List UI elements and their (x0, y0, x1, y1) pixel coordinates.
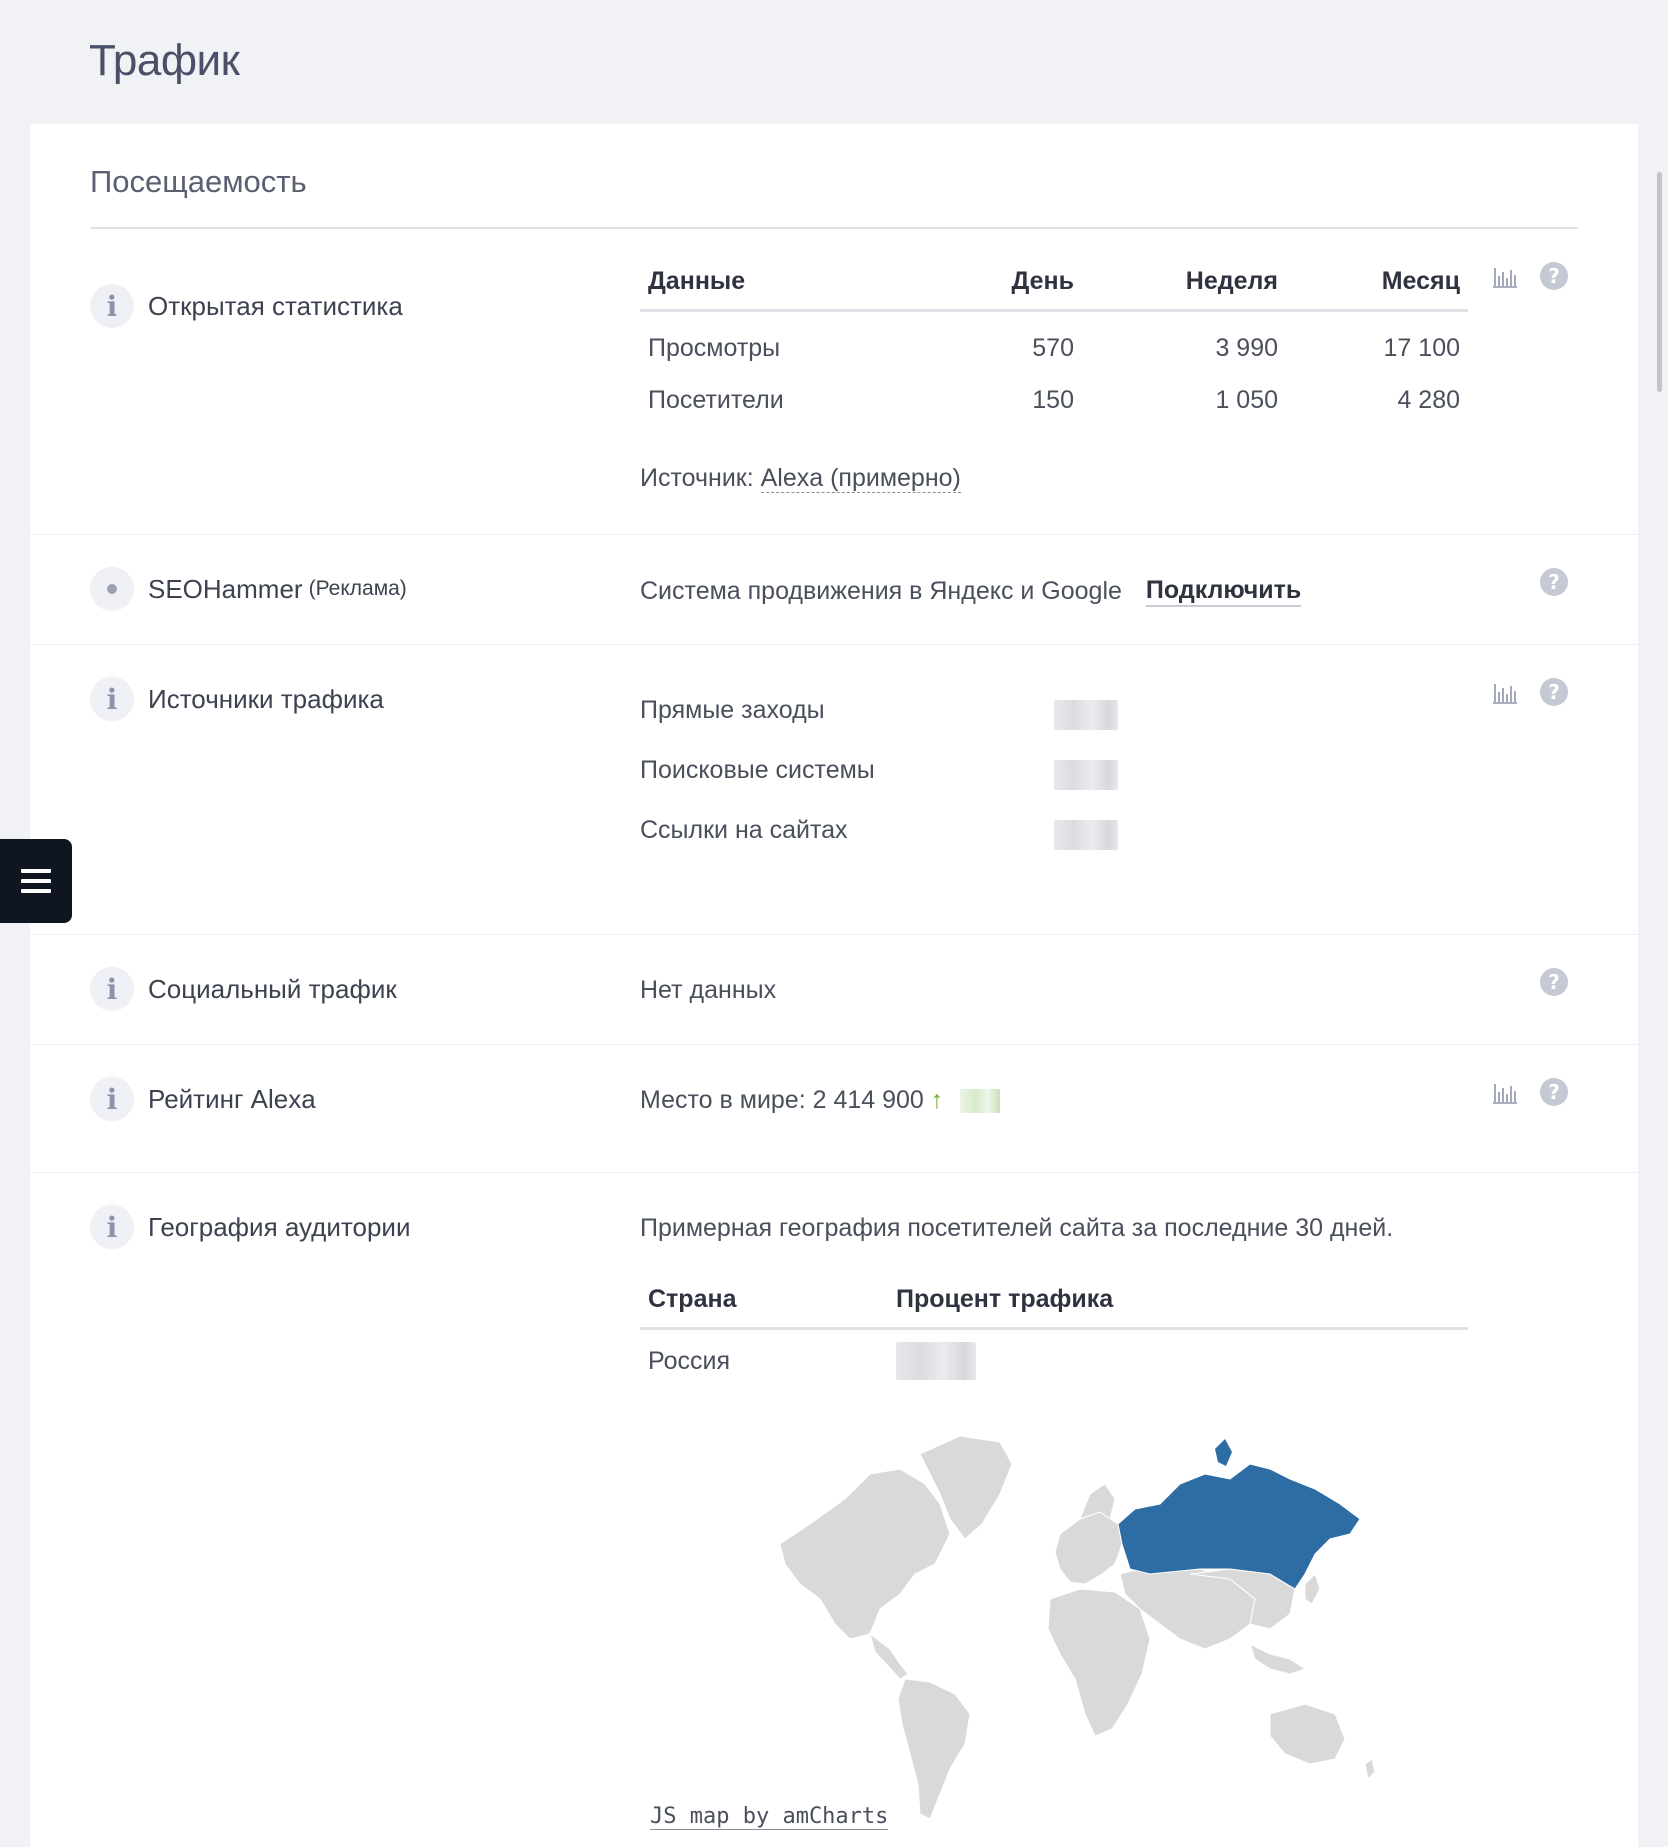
row-week: 3 990 (1215, 333, 1278, 362)
bar-chart-icon[interactable] (1492, 264, 1518, 288)
col-week: Неделя (1185, 267, 1278, 295)
menu-toggle-button[interactable] (0, 839, 72, 923)
map-europe (1054, 1511, 1123, 1585)
row-week: 1 050 (1215, 385, 1278, 414)
row-day: 570 (1032, 333, 1074, 362)
scrollbar[interactable] (1657, 172, 1662, 392)
open-stats-label: Открытая статистика (148, 290, 403, 321)
connect-link[interactable]: Подключить (1145, 576, 1302, 607)
map-southeast-asia (1249, 1643, 1307, 1675)
row-divider (30, 534, 1638, 535)
source-link[interactable]: Alexa (примерно) (760, 464, 961, 493)
social-label: Социальный трафик (148, 973, 397, 1004)
row-country: Россия (648, 1346, 730, 1375)
row-month: 4 280 (1397, 385, 1460, 414)
row-divider (30, 1044, 1638, 1045)
info-icon[interactable]: i (90, 1205, 134, 1249)
traffic-sources-label: Источники трафика (148, 683, 384, 714)
col-data: Данные (648, 267, 746, 295)
map-australia (1269, 1703, 1346, 1765)
source-line: Источник: Alexa (примерно) (640, 464, 961, 493)
map-africa (1047, 1588, 1151, 1737)
geo-label: География аудитории (148, 1211, 411, 1242)
hamburger-icon-line (21, 889, 51, 893)
geo-label-row: i География аудитории (90, 1205, 410, 1249)
bar-chart-icon[interactable] (1492, 680, 1518, 704)
blurred-value (896, 1342, 976, 1380)
source-item: Прямые заходы (640, 696, 825, 724)
row-divider (30, 644, 1638, 645)
open-stats-table: Данные День Неделя Месяц Просмотры 570 3… (640, 254, 1468, 426)
seohammer-label: SEOHammer (148, 573, 303, 604)
map-japan (1304, 1573, 1321, 1605)
row-day: 150 (1032, 385, 1074, 414)
social-label-row: i Социальный трафик (90, 967, 397, 1011)
map-central-america (869, 1632, 909, 1680)
help-icon[interactable]: ? (1540, 262, 1568, 290)
info-icon[interactable]: i (90, 1077, 134, 1121)
help-icon[interactable]: ? (1540, 1078, 1568, 1106)
table-header: Данные День Неделя Месяц (640, 254, 1468, 312)
row-month: 17 100 (1383, 333, 1460, 362)
section-title: Посещаемость (90, 164, 307, 199)
source-item: Ссылки на сайтах (640, 816, 848, 844)
help-icon[interactable]: ? (1540, 678, 1568, 706)
info-icon[interactable]: i (90, 284, 134, 328)
row-name: Просмотры (648, 333, 781, 362)
open-stats-label-row: i Открытая статистика (90, 284, 403, 328)
bullet-icon (90, 567, 134, 611)
source-item: Поисковые системы (640, 756, 875, 784)
row-name: Посетители (648, 385, 784, 414)
map-north-america (779, 1468, 951, 1640)
row-divider (30, 934, 1638, 935)
table-row: Посетители 150 1 050 4 280 (640, 374, 1468, 426)
col-country: Страна (648, 1285, 737, 1313)
table-row: Россия (640, 1330, 1468, 1392)
map-south-america (897, 1678, 971, 1820)
alexa-rank: Место в мире: 2 414 900 ↑ (640, 1086, 1001, 1115)
blurred-value (1054, 700, 1118, 730)
seohammer-description: Система продвижения в Яндекс и Google (640, 577, 1122, 605)
arrow-up-icon: ↑ (930, 1086, 944, 1114)
geo-table: Страна Процент трафика Россия (640, 1272, 1468, 1392)
alexa-label-row: i Рейтинг Alexa (90, 1077, 316, 1121)
source-prefix: Источник: (640, 464, 754, 492)
social-value: Нет данных (640, 976, 777, 1004)
bar-chart-icon[interactable] (1492, 1080, 1518, 1104)
page-title: Трафик (89, 36, 240, 85)
col-day: День (1011, 267, 1075, 295)
col-month: Месяц (1381, 267, 1460, 295)
hamburger-icon-line (21, 879, 51, 883)
help-icon[interactable]: ? (1540, 968, 1568, 996)
seohammer-description-row: Система продвижения в Яндекс и Google По… (640, 576, 1302, 607)
info-icon[interactable]: i (90, 677, 134, 721)
blurred-trend-value (960, 1089, 1001, 1114)
hamburger-icon (21, 869, 51, 873)
table-header: Страна Процент трафика (640, 1272, 1468, 1330)
traffic-card: Посещаемость i Открытая статистика Данны… (30, 124, 1638, 1847)
section-divider (90, 227, 1578, 229)
world-map[interactable] (750, 1424, 1390, 1824)
map-novaya-zemlya (1215, 1439, 1232, 1466)
col-percent: Процент трафика (896, 1285, 1114, 1313)
traffic-sources-label-row: i Источники трафика (90, 677, 384, 721)
blurred-value (1054, 760, 1118, 790)
help-icon[interactable]: ? (1540, 568, 1568, 596)
table-row: Просмотры 570 3 990 17 100 (640, 322, 1468, 374)
alexa-rank-text: Место в мире: 2 414 900 (640, 1086, 924, 1114)
map-new-zealand (1364, 1758, 1376, 1781)
geo-description: Примерная география посетителей сайта за… (640, 1214, 1394, 1242)
blurred-value (1054, 820, 1118, 850)
map-russia (1117, 1463, 1361, 1590)
alexa-label: Рейтинг Alexa (148, 1083, 316, 1114)
info-icon[interactable]: i (90, 967, 134, 1011)
ad-note: (Реклама) (308, 577, 407, 600)
seohammer-label-row: SEOHammer (Реклама) (90, 567, 407, 611)
map-credit-link[interactable]: JS map by amCharts (650, 1804, 889, 1830)
row-divider (30, 1172, 1638, 1173)
